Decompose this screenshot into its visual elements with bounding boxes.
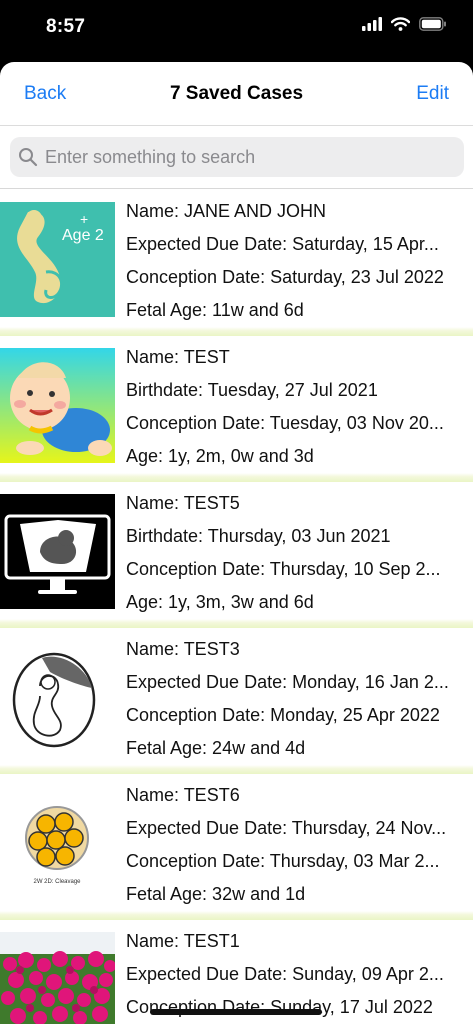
- status-bar: 8:57: [0, 0, 473, 58]
- status-time: 8:57: [46, 16, 86, 37]
- saved-cases-sheet: Back 7 Saved Cases Edit Enter something …: [0, 62, 473, 1024]
- case-date: Expected Due Date: Saturday, 15 Apr...: [126, 234, 439, 254]
- navigation-bar: Back 7 Saved Cases Edit: [0, 62, 473, 126]
- row-divider: [0, 473, 473, 482]
- case-age: Age: 1y, 2m, 0w and 3d: [126, 446, 314, 466]
- search-input[interactable]: Enter something to search: [10, 137, 464, 177]
- conception-date: Conception Date: Monday, 25 Apr 2022: [126, 705, 440, 725]
- battery-icon: [419, 17, 446, 31]
- case-age: Fetal Age: 24w and 4d: [126, 738, 306, 758]
- row-divider: [0, 765, 473, 774]
- ultrasound-monitor-icon: [0, 494, 115, 609]
- cases-list: + Age 2 Name: JANE AND JOHN Expected Due…: [0, 190, 473, 1024]
- row-divider: [0, 619, 473, 628]
- case-age: Fetal Age: 32w and 1d: [126, 884, 306, 904]
- wifi-icon: [391, 17, 410, 31]
- search-bar: Enter something to search: [0, 126, 473, 189]
- case-name: Name: TEST6: [126, 785, 240, 805]
- svg-text:+: +: [80, 211, 88, 227]
- conception-date: Conception Date: Tuesday, 03 Nov 20...: [126, 413, 444, 433]
- case-name: Name: JANE AND JOHN: [126, 201, 327, 221]
- case-date: Expected Due Date: Sunday, 09 Apr 2...: [126, 964, 444, 984]
- search-placeholder: Enter something to search: [45, 147, 256, 167]
- fetus-in-uterus-icon: [0, 640, 115, 755]
- case-name: Name: TEST: [126, 347, 230, 367]
- list-item[interactable]: 2W 2D: Cleavage Name: TEST6 Expected Due…: [0, 774, 473, 920]
- row-divider: [0, 327, 473, 336]
- list-item[interactable]: + Age 2 Name: JANE AND JOHN Expected Due…: [0, 190, 473, 336]
- flower-field-photo: [0, 932, 115, 1024]
- case-age: Age: 1y, 3m, 3w and 6d: [126, 592, 314, 612]
- crawling-baby-icon: [0, 348, 115, 463]
- edit-button[interactable]: Edit: [416, 83, 449, 105]
- case-date: Expected Due Date: Monday, 16 Jan 2...: [126, 672, 449, 692]
- signal-icon: [362, 17, 382, 31]
- row-divider: [0, 911, 473, 920]
- case-age: Fetal Age: 11w and 6d: [126, 300, 304, 320]
- case-name: Name: TEST3: [126, 639, 240, 659]
- pregnancy-age-icon: + Age 2: [0, 202, 115, 317]
- page-title: 7 Saved Cases: [169, 83, 304, 104]
- conception-date: Conception Date: Thursday, 10 Sep 2...: [126, 559, 441, 579]
- list-item[interactable]: Name: TEST Birthdate: Tuesday, 27 Jul 20…: [0, 336, 473, 482]
- search-icon: [19, 148, 38, 167]
- embryo-cleavage-icon: 2W 2D: Cleavage: [0, 786, 115, 901]
- case-date: Birthdate: Tuesday, 27 Jul 2021: [126, 380, 378, 400]
- conception-date: Conception Date: Thursday, 03 Mar 2...: [126, 851, 440, 871]
- case-name: Name: TEST1: [126, 931, 240, 951]
- thumb-caption: 2W 2D: Cleavage: [33, 879, 81, 885]
- home-indicator[interactable]: [150, 1009, 322, 1015]
- list-item[interactable]: Name: TEST3 Expected Due Date: Monday, 1…: [0, 628, 473, 774]
- case-date: Birthdate: Thursday, 03 Jun 2021: [126, 526, 391, 546]
- status-icons: [362, 17, 447, 31]
- conception-date: Conception Date: Saturday, 23 Jul 2022: [126, 267, 444, 287]
- list-item[interactable]: Name: TEST5 Birthdate: Thursday, 03 Jun …: [0, 482, 473, 628]
- case-name: Name: TEST5: [126, 493, 240, 513]
- case-date: Expected Due Date: Thursday, 24 Nov...: [126, 818, 447, 838]
- svg-text:Age 2: Age 2: [62, 227, 104, 244]
